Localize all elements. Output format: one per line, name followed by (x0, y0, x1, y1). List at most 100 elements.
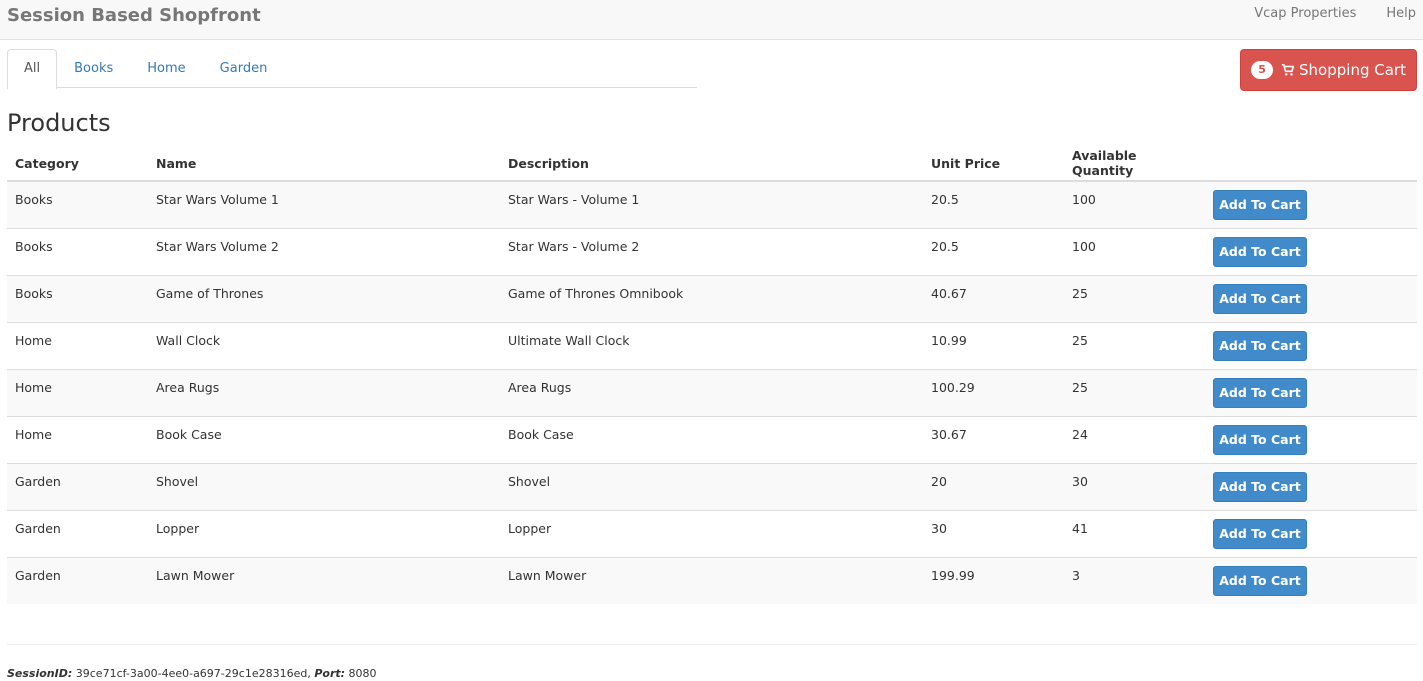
product-available-quantity: 100 (1072, 192, 1096, 207)
product-category: Garden (7, 509, 148, 557)
product-unit-price: 20.5 (931, 192, 959, 207)
product-actions-cell: Add To Cart (1205, 227, 1417, 275)
product-description: Game of Thrones Omnibook (500, 274, 923, 322)
product-description: Area Rugs (500, 368, 923, 416)
product-actions-cell: Add To Cart (1205, 556, 1417, 604)
product-actions-cell: Add To Cart (1205, 462, 1417, 510)
product-name: Wall Clock (148, 321, 500, 369)
product-actions-cell: Add To Cart (1205, 415, 1417, 463)
add-to-cart-button[interactable]: Add To Cart (1213, 471, 1307, 502)
session-id-label: SessionID: (7, 667, 73, 680)
product-unit-price: 30 (923, 509, 1064, 557)
product-name: Book Case (148, 415, 500, 463)
cart-count-badge: 5 (1251, 61, 1274, 79)
product-name: Lawn Mower (148, 556, 500, 604)
table-row: Home Wall Clock Ultimate Wall Clock 10.99 25… (7, 321, 1417, 369)
product-name: Shovel (148, 462, 500, 510)
session-id-value: 39ce71cf-3a00-4ee0-a697-29c1e28316ed (75, 667, 308, 680)
product-available-quantity: 100 (1064, 227, 1205, 275)
product-name: Area Rugs (148, 368, 500, 416)
category-tabs: All Books Home Garden (7, 49, 697, 89)
port-value: 8080 (348, 667, 377, 680)
product-available-quantity: 30 (1064, 462, 1205, 510)
navbar: Session Based Shopfront Vcap Properties … (0, 0, 1423, 40)
column-header-actions (1205, 146, 1417, 182)
product-unit-price: 10.99 (923, 321, 1064, 369)
column-header-category: Category (7, 146, 148, 182)
tab-books[interactable]: Books (57, 49, 130, 88)
product-actions-cell: Add To Cart (1205, 321, 1417, 369)
product-description: Star Wars - Volume 1 (508, 192, 640, 207)
product-category: Home (7, 415, 148, 463)
column-header-available-quantity: Available Quantity (1064, 146, 1205, 182)
add-to-cart-button[interactable]: Add To Cart (1213, 190, 1307, 220)
add-to-cart-button[interactable]: Add To Cart (1213, 424, 1307, 455)
product-unit-price: 40.67 (923, 274, 1064, 322)
product-category: Home (7, 321, 148, 369)
product-description: Star Wars - Volume 2 (500, 227, 923, 275)
products-table-body: Books Star Wars Volume 1 Star Wars - Volum… (7, 181, 1417, 604)
product-unit-price: 20.5 (923, 227, 1064, 275)
add-to-cart-button[interactable]: Add To Cart (1213, 565, 1307, 596)
product-actions-cell: Add To Cart (1205, 368, 1417, 416)
product-category: Home (7, 368, 148, 416)
product-available-quantity: 3 (1064, 556, 1205, 604)
shopping-cart-label: Shopping Cart (1299, 61, 1406, 79)
product-category: Books (7, 227, 148, 275)
table-row: Garden Lawn Mower Lawn Mower 199.99 3 Add To … (7, 556, 1417, 604)
add-to-cart-button[interactable]: Add To Cart (1213, 518, 1307, 549)
product-description: Shovel (500, 462, 923, 510)
table-row: Garden Lopper Lopper 30 41 Add To Cart (7, 509, 1417, 557)
add-to-cart-button[interactable]: Add To Cart (1213, 330, 1307, 361)
nav-link-help[interactable]: Help (1386, 6, 1416, 21)
navbar-links: Vcap Properties Help (1254, 6, 1416, 21)
table-header-row: Category Name Description Unit Price Ava… (7, 146, 1417, 182)
products-table: Category Name Description Unit Price Ava… (7, 146, 1417, 604)
product-name: Lopper (148, 509, 500, 557)
add-to-cart-button[interactable]: Add To Cart (1213, 236, 1307, 267)
product-name: Star Wars Volume 1 (156, 192, 279, 207)
product-description: Lawn Mower (500, 556, 923, 604)
brand-title[interactable]: Session Based Shopfront (7, 5, 261, 26)
shopping-cart-icon (1281, 63, 1295, 76)
tab-home[interactable]: Home (130, 49, 202, 88)
product-category: Books (15, 192, 53, 207)
page-title: Products (7, 109, 111, 137)
product-available-quantity: 25 (1064, 321, 1205, 369)
table-row: Home Book Case Book Case 30.67 24 Add To Cart (7, 415, 1417, 463)
product-available-quantity: 41 (1064, 509, 1205, 557)
tab-garden[interactable]: Garden (203, 49, 285, 88)
product-available-quantity: 24 (1064, 415, 1205, 463)
column-header-description: Description (500, 146, 923, 182)
add-to-cart-button[interactable]: Add To Cart (1213, 377, 1307, 408)
add-to-cart-button[interactable]: Add To Cart (1213, 283, 1307, 314)
product-description: Book Case (500, 415, 923, 463)
table-row: Books Game of Thrones Game of Thrones Omni… (7, 274, 1417, 322)
product-description: Lopper (500, 509, 923, 557)
product-category: Books (7, 274, 148, 322)
product-available-quantity: 25 (1064, 368, 1205, 416)
product-unit-price: 100.29 (923, 368, 1064, 416)
footer-session-info: SessionID: 39ce71cf-3a00-4ee0-a697-29c1e… (7, 667, 377, 680)
product-name: Star Wars Volume 2 (148, 227, 500, 275)
column-header-name: Name (148, 146, 500, 182)
table-row: Home Area Rugs Area Rugs 100.29 25 Add To Car… (7, 368, 1417, 416)
port-label: Port: (314, 667, 346, 680)
product-unit-price: 20 (923, 462, 1064, 510)
table-row: Garden Shovel Shovel 20 30 Add To Cart (7, 462, 1417, 510)
product-available-quantity: 25 (1064, 274, 1205, 322)
table-row: Books Star Wars Volume 1 Star Wars - Volum… (7, 181, 1417, 228)
tab-all[interactable]: All (7, 49, 58, 89)
product-actions-cell: Add To Cart (1205, 509, 1417, 557)
nav-link-vcap-properties[interactable]: Vcap Properties (1254, 6, 1356, 21)
table-row: Books Star Wars Volume 2 Star Wars - Volum… (7, 227, 1417, 275)
footer-divider (7, 644, 1417, 645)
product-category: Garden (7, 462, 148, 510)
product-actions-cell: Add To Cart (1205, 274, 1417, 322)
product-description: Ultimate Wall Clock (500, 321, 923, 369)
product-actions-cell: Add To Cart (1205, 181, 1417, 228)
column-header-unit-price: Unit Price (923, 146, 1064, 182)
product-unit-price: 30.67 (923, 415, 1064, 463)
shopping-cart-button[interactable]: 5 Shopping Cart (1240, 49, 1417, 91)
product-unit-price: 199.99 (923, 556, 1064, 604)
